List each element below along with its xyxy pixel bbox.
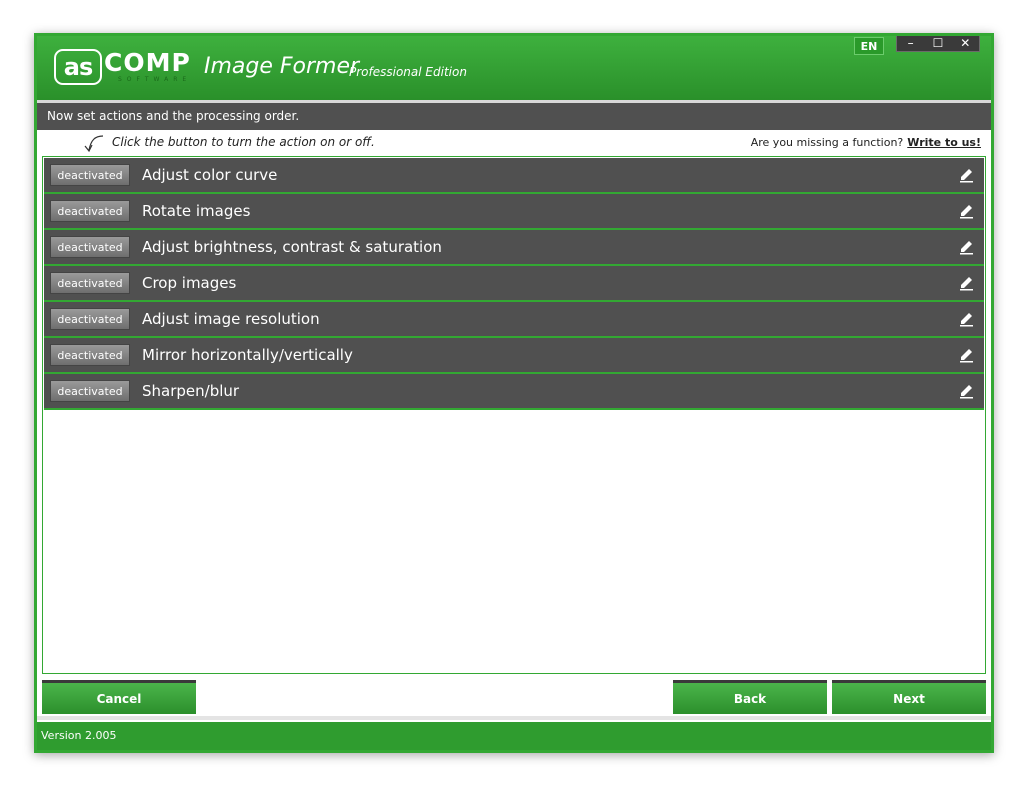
close-icon[interactable]: ✕	[952, 35, 979, 51]
hint-text: Click the button to turn the action on o…	[112, 135, 375, 149]
toggle-button[interactable]: deactivated	[50, 380, 130, 402]
write-to-us-link[interactable]: Write to us!	[907, 136, 981, 149]
action-row[interactable]: deactivated Adjust color curve	[44, 158, 984, 194]
toggle-button[interactable]: deactivated	[50, 236, 130, 258]
hint-row: Click the button to turn the action on o…	[37, 130, 991, 155]
action-row[interactable]: deactivated Adjust image resolution	[44, 302, 984, 338]
action-label: Adjust color curve	[142, 166, 278, 184]
toggle-button[interactable]: deactivated	[50, 308, 130, 330]
toggle-button[interactable]: deactivated	[50, 344, 130, 366]
action-label: Mirror horizontally/vertically	[142, 346, 353, 364]
ascomp-logo: as COMP SOFTWARE	[54, 49, 191, 87]
toggle-button[interactable]: deactivated	[50, 272, 130, 294]
app-name: Image Former	[204, 54, 360, 79]
toggle-button[interactable]: deactivated	[50, 164, 130, 186]
pencil-icon[interactable]	[958, 383, 974, 399]
footer-divider	[37, 716, 991, 720]
action-row[interactable]: deactivated Sharpen/blur	[44, 374, 984, 410]
pencil-icon[interactable]	[958, 311, 974, 327]
action-label: Rotate images	[142, 202, 251, 220]
logo-subtext: SOFTWARE	[118, 76, 192, 83]
next-button[interactable]: Next	[832, 680, 986, 714]
title-bar[interactable]: as COMP SOFTWARE Image Former Profession…	[34, 33, 994, 100]
action-row[interactable]: deactivated Mirror horizontally/vertical…	[44, 338, 984, 374]
maximize-icon[interactable]: ☐	[924, 35, 951, 51]
pencil-icon[interactable]	[958, 167, 974, 183]
cancel-button[interactable]: Cancel	[42, 680, 196, 714]
logo-mark: as	[54, 49, 102, 85]
pencil-icon[interactable]	[958, 347, 974, 363]
action-label: Adjust image resolution	[142, 310, 320, 328]
pencil-icon[interactable]	[958, 203, 974, 219]
missing-function-text: Are you missing a function? Write to us!	[751, 136, 981, 149]
missing-function-label: Are you missing a function?	[750, 136, 904, 149]
edition-label: Professional Edition	[349, 65, 467, 79]
action-row[interactable]: deactivated Adjust brightness, contrast …	[44, 230, 984, 266]
version-label: Version 2.005	[41, 729, 117, 742]
toggle-button[interactable]: deactivated	[50, 200, 130, 222]
status-bar: Version 2.005	[37, 722, 991, 750]
window-controls: – ☐ ✕	[896, 34, 980, 52]
app-window: as COMP SOFTWARE Image Former Profession…	[34, 33, 994, 753]
action-label: Adjust brightness, contrast & saturation	[142, 238, 442, 256]
action-list: deactivated Adjust color curve deactivat…	[42, 156, 986, 674]
action-label: Sharpen/blur	[142, 382, 240, 400]
pencil-icon[interactable]	[958, 239, 974, 255]
action-row[interactable]: deactivated Rotate images	[44, 194, 984, 230]
action-label: Crop images	[142, 274, 237, 292]
action-row[interactable]: deactivated Crop images	[44, 266, 984, 302]
instruction-bar: Now set actions and the processing order…	[37, 103, 991, 130]
language-button[interactable]: EN	[854, 37, 884, 55]
pencil-icon[interactable]	[958, 275, 974, 291]
minimize-icon[interactable]: –	[897, 35, 924, 51]
logo-word: COMP	[104, 48, 191, 77]
back-button[interactable]: Back	[673, 680, 827, 714]
curved-arrow-icon	[84, 135, 104, 153]
